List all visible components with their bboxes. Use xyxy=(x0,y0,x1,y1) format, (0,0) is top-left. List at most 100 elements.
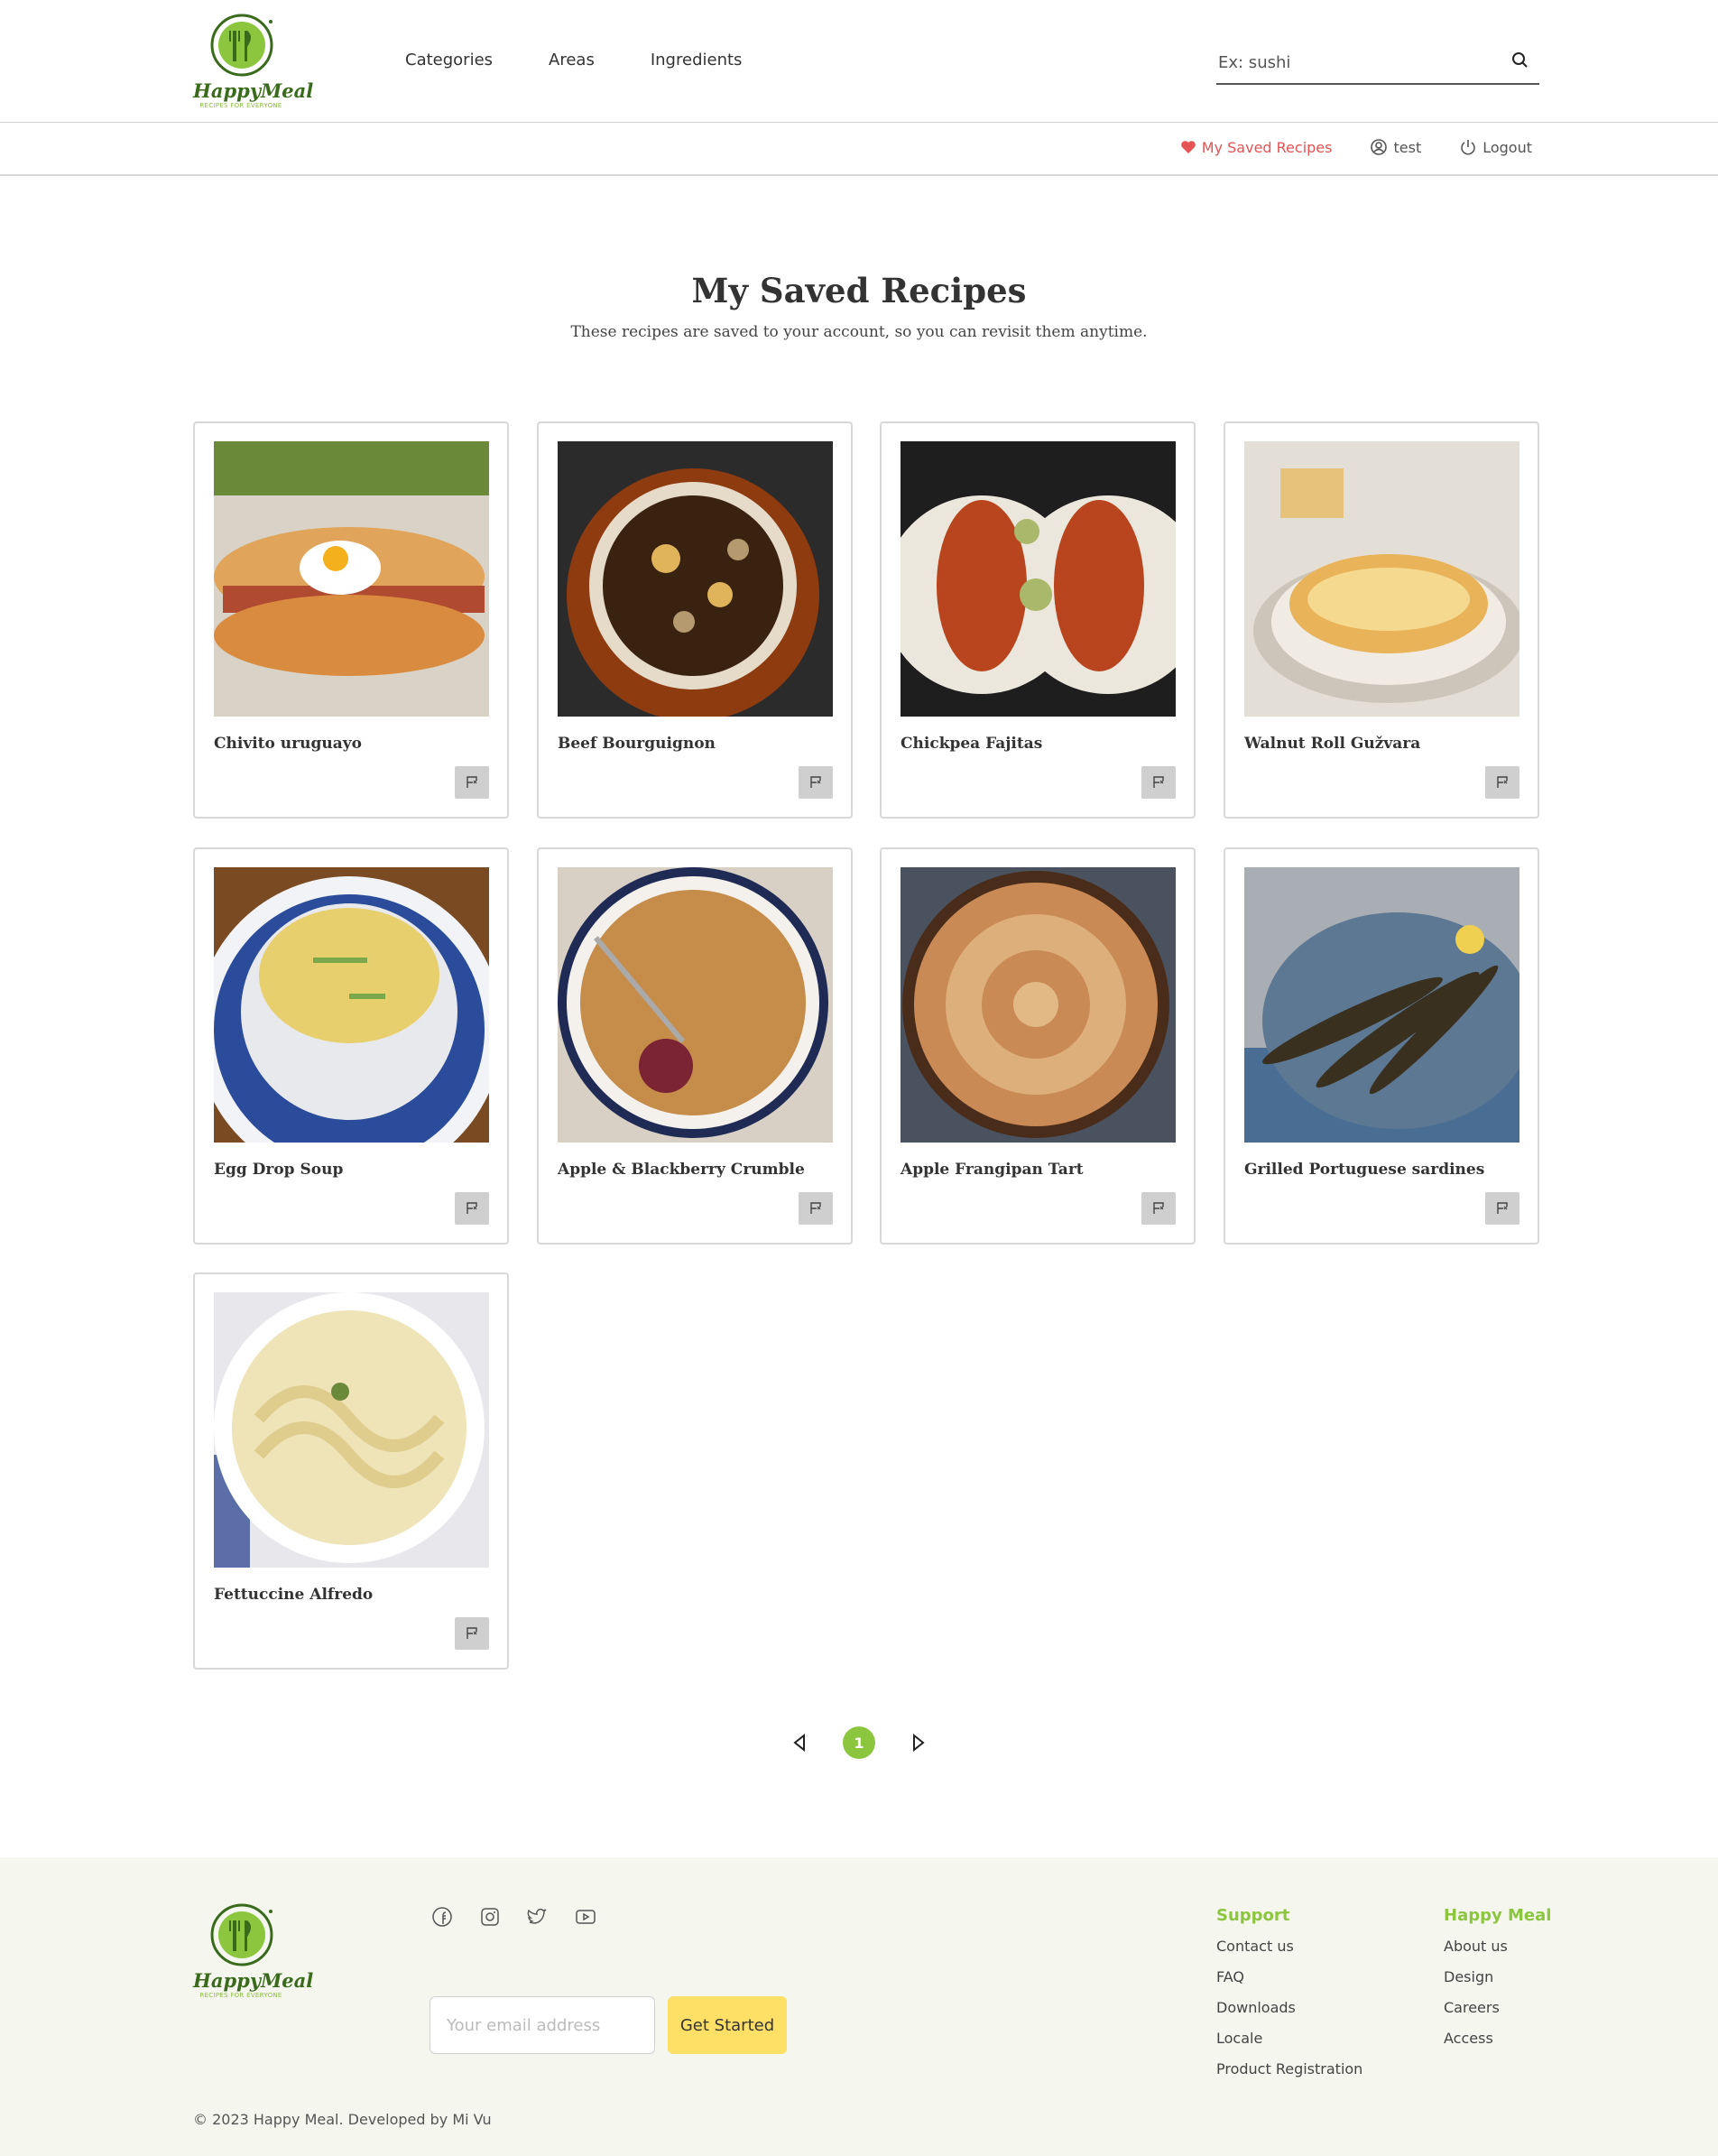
site-footer: HappyMeal RECIPES FOR EVERYONE Get Start… xyxy=(0,1857,1718,2156)
brand-tagline: RECIPES FOR EVERYONE xyxy=(199,1992,282,1999)
save-recipe-button[interactable] xyxy=(455,1617,489,1650)
triangle-left-icon xyxy=(793,1734,805,1752)
recipe-name[interactable]: Apple & Blackberry Crumble xyxy=(558,1161,805,1179)
footer-link-contact[interactable]: Contact us xyxy=(1216,1938,1362,1968)
recipe-name[interactable]: Fettuccine Alfredo xyxy=(214,1586,373,1604)
recipe-name[interactable]: Walnut Roll Gužvara xyxy=(1244,735,1420,753)
nav-categories[interactable]: Categories xyxy=(405,51,493,69)
recipe-card[interactable]: Apple & Blackberry Crumble xyxy=(537,847,853,1245)
recipe-image[interactable] xyxy=(214,867,489,1143)
recipe-name[interactable]: Chickpea Fajitas xyxy=(901,735,1042,753)
recipe-card[interactable]: Walnut Roll Gužvara xyxy=(1224,421,1539,819)
recipe-card[interactable]: Egg Drop Soup xyxy=(193,847,509,1245)
recipe-card[interactable]: Beef Bourguignon xyxy=(537,421,853,819)
page-subtitle: These recipes are saved to your account,… xyxy=(570,323,1148,341)
search-input[interactable] xyxy=(1218,49,1489,76)
search-icon[interactable] xyxy=(1510,51,1530,70)
brand-logo[interactable]: HappyMeal RECIPES FOR EVERYONE xyxy=(193,13,314,110)
footer-link-access[interactable]: Access xyxy=(1444,2030,1551,2060)
footer-link-faq[interactable]: FAQ xyxy=(1216,1968,1362,1999)
recipe-name[interactable]: Egg Drop Soup xyxy=(214,1161,343,1179)
brand-name: HappyMeal xyxy=(193,1969,314,1992)
prev-page-button[interactable] xyxy=(789,1732,810,1753)
save-recipe-button[interactable] xyxy=(1485,1192,1519,1225)
footer-link-locale[interactable]: Locale xyxy=(1216,2030,1362,2060)
support-column: Support Contact us FAQ Downloads Locale … xyxy=(1216,1906,1362,2091)
footer-link-about[interactable]: About us xyxy=(1444,1938,1551,1968)
copyright: © 2023 Happy Meal. Developed by Mi Vu xyxy=(193,2111,492,2128)
logout-label: Logout xyxy=(1482,138,1532,156)
save-recipe-button[interactable] xyxy=(1141,1192,1176,1225)
save-recipe-button[interactable] xyxy=(455,766,489,799)
user-link[interactable]: test xyxy=(1370,138,1421,156)
recipe-name[interactable]: Beef Bourguignon xyxy=(558,735,716,753)
bookmark-icon xyxy=(466,1627,477,1639)
page-number-button[interactable]: 1 xyxy=(843,1726,875,1759)
recipe-card[interactable]: Fettuccine Alfredo xyxy=(193,1272,509,1670)
save-recipe-button[interactable] xyxy=(799,766,833,799)
triangle-right-icon xyxy=(913,1734,925,1752)
saved-recipes-label: My Saved Recipes xyxy=(1201,138,1333,156)
saved-recipes-link[interactable]: My Saved Recipes xyxy=(1180,138,1333,156)
recipe-name[interactable]: Apple Frangipan Tart xyxy=(901,1161,1084,1179)
recipe-image[interactable] xyxy=(558,867,833,1143)
social-links xyxy=(430,1904,621,1929)
company-column: Happy Meal About us Design Careers Acces… xyxy=(1444,1906,1551,2060)
logout-link[interactable]: Logout xyxy=(1459,138,1532,156)
recipe-image[interactable] xyxy=(558,441,833,717)
next-page-button[interactable] xyxy=(908,1732,929,1753)
bookmark-icon xyxy=(1497,776,1508,788)
recipe-name[interactable]: Grilled Portuguese sardines xyxy=(1244,1161,1484,1179)
recipe-name[interactable]: Chivito uruguayo xyxy=(214,735,362,753)
youtube-icon[interactable] xyxy=(573,1904,598,1929)
bookmark-icon xyxy=(1153,776,1164,788)
heart-icon xyxy=(1180,141,1196,153)
logo-emblem-icon xyxy=(210,1903,273,1966)
nav-ingredients[interactable]: Ingredients xyxy=(651,51,743,69)
nav-areas[interactable]: Areas xyxy=(549,51,595,69)
save-recipe-button[interactable] xyxy=(1485,766,1519,799)
support-heading: Support xyxy=(1216,1906,1290,1925)
main-nav: Categories Areas Ingredients xyxy=(405,51,798,69)
user-icon xyxy=(1371,139,1388,155)
bookmark-icon xyxy=(466,776,477,788)
bookmark-icon xyxy=(466,1202,477,1214)
recipe-image[interactable] xyxy=(214,1292,489,1568)
power-icon xyxy=(1461,140,1475,155)
brand-name: HappyMeal xyxy=(193,79,314,102)
user-name: test xyxy=(1393,138,1422,156)
footer-link-downloads[interactable]: Downloads xyxy=(1216,1999,1362,2030)
bookmark-icon xyxy=(810,776,821,788)
user-bar: My Saved Recipes test Logout xyxy=(0,123,1718,176)
save-recipe-button[interactable] xyxy=(1141,766,1176,799)
recipe-image[interactable] xyxy=(901,441,1176,717)
twitter-icon[interactable] xyxy=(525,1904,550,1929)
get-started-button[interactable]: Get Started xyxy=(668,1996,787,2054)
bookmark-icon xyxy=(1153,1202,1164,1214)
recipe-card[interactable]: Chickpea Fajitas xyxy=(880,421,1196,819)
email-field[interactable] xyxy=(430,1997,654,2053)
bookmark-icon xyxy=(1497,1202,1508,1214)
search-bar xyxy=(1216,40,1539,85)
recipe-card[interactable]: Apple Frangipan Tart xyxy=(880,847,1196,1245)
page-title: My Saved Recipes xyxy=(691,271,1027,310)
save-recipe-button[interactable] xyxy=(455,1192,489,1225)
footer-link-design[interactable]: Design xyxy=(1444,1968,1551,1999)
footer-logo[interactable]: HappyMeal RECIPES FOR EVERYONE xyxy=(193,1902,314,2000)
save-recipe-button[interactable] xyxy=(799,1192,833,1225)
recipe-image[interactable] xyxy=(901,867,1176,1143)
brand-tagline: RECIPES FOR EVERYONE xyxy=(199,102,282,109)
instagram-icon[interactable] xyxy=(477,1904,503,1929)
footer-link-registration[interactable]: Product Registration xyxy=(1216,2060,1362,2091)
logo-emblem-icon xyxy=(210,14,273,77)
newsletter-email xyxy=(430,1996,655,2054)
recipe-image[interactable] xyxy=(1244,867,1519,1143)
recipe-card[interactable]: Grilled Portuguese sardines xyxy=(1224,847,1539,1245)
recipe-image[interactable] xyxy=(214,441,489,717)
site-header: HappyMeal RECIPES FOR EVERYONE Categorie… xyxy=(0,0,1718,123)
recipe-image[interactable] xyxy=(1244,441,1519,717)
recipe-card[interactable]: Chivito uruguayo xyxy=(193,421,509,819)
company-heading: Happy Meal xyxy=(1444,1906,1552,1925)
facebook-icon[interactable] xyxy=(430,1904,455,1929)
footer-link-careers[interactable]: Careers xyxy=(1444,1999,1551,2030)
